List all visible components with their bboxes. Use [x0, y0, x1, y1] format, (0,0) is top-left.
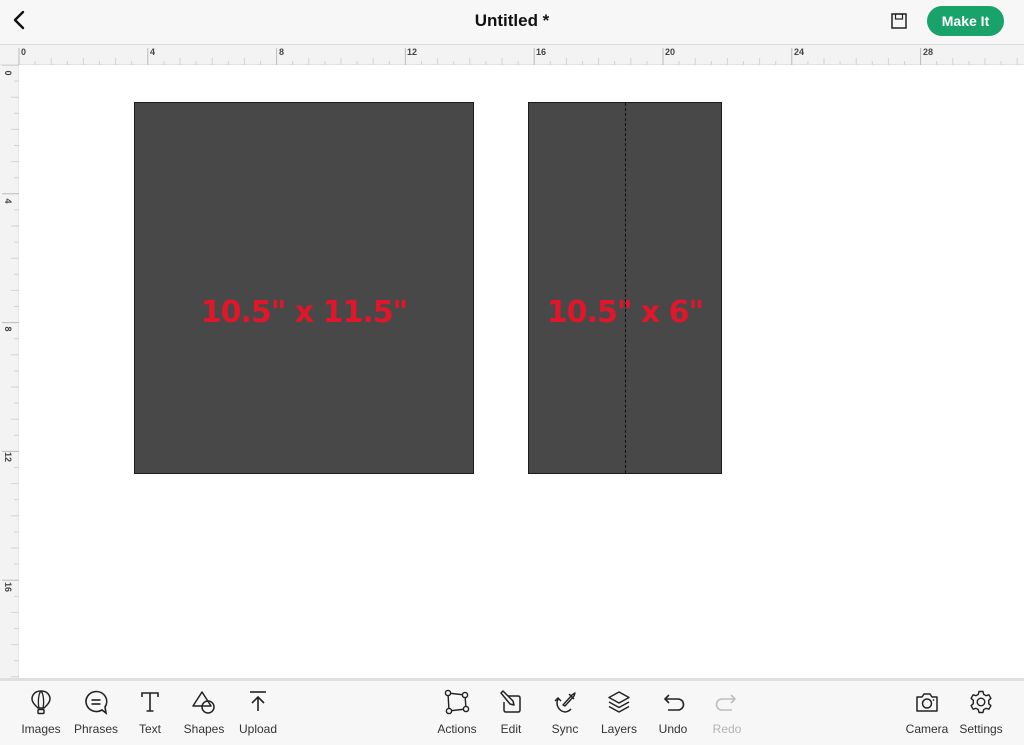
save-button[interactable]	[888, 10, 910, 32]
design-shape-large[interactable]: 10.5" x 11.5"	[134, 102, 474, 474]
ruler-label: 4	[150, 47, 156, 57]
edit-label: Edit	[500, 722, 522, 736]
ruler-label: 0	[21, 47, 27, 57]
shape-dimension-label: 10.5" x 11.5"	[200, 295, 409, 330]
back-button[interactable]	[8, 6, 38, 36]
edit-button[interactable]: Edit	[483, 689, 539, 736]
ruler-label: 12	[3, 451, 13, 462]
design-shape-folded[interactable]: 10.5" x 6"	[528, 102, 722, 474]
ruler-label: 24	[794, 47, 805, 57]
shapes-icon	[192, 691, 215, 714]
redo-icon	[715, 694, 737, 711]
settings-button[interactable]: Settings	[953, 689, 1009, 736]
bottom-toolbar: Images Phrases Text Shapes Upload Action…	[0, 678, 1024, 745]
layers-icon	[608, 691, 630, 713]
project-title: Untitled *	[474, 11, 550, 30]
gear-icon	[970, 690, 992, 714]
text-label: Text	[138, 722, 161, 736]
shapes-label: Shapes	[183, 722, 225, 736]
design-canvas[interactable]: 10.5" x 11.5" 10.5" x 6"	[19, 65, 1024, 678]
redo-button[interactable]: Redo	[699, 689, 755, 736]
speech-bubble-icon	[85, 690, 108, 715]
images-button[interactable]: Images	[13, 689, 69, 736]
ruler-label: 28	[923, 47, 934, 57]
ruler-label: 16	[536, 47, 547, 57]
save-icon	[891, 13, 907, 29]
text-t-icon	[141, 692, 159, 712]
phrases-button[interactable]: Phrases	[68, 689, 124, 736]
upload-icon	[250, 691, 266, 711]
hot-air-balloon-icon	[31, 690, 51, 715]
horizontal-ruler: 0 4 8 12 16 20 24 28	[0, 45, 1024, 65]
ruler-label: 8	[279, 47, 285, 57]
chevron-left-icon	[13, 10, 25, 30]
sync-label: Sync	[551, 722, 579, 736]
undo-button[interactable]: Undo	[645, 689, 701, 736]
camera-icon	[916, 693, 938, 712]
shapes-button[interactable]: Shapes	[176, 689, 232, 736]
ruler-label: 16	[3, 581, 13, 592]
edit-icon	[500, 690, 521, 713]
make-it-button[interactable]: Make It	[927, 6, 1004, 36]
layers-label: Layers	[600, 722, 638, 736]
ruler-label: 0	[3, 70, 13, 76]
images-label: Images	[21, 722, 61, 736]
actions-label: Actions	[437, 722, 477, 736]
text-button[interactable]: Text	[122, 689, 178, 736]
settings-label: Settings	[959, 722, 1003, 736]
layers-button[interactable]: Layers	[591, 689, 647, 736]
ruler-label: 4	[3, 198, 13, 204]
actions-button[interactable]: Actions	[429, 689, 485, 736]
shape-dimension-label: 10.5" x 6"	[546, 295, 704, 330]
undo-label: Undo	[658, 722, 688, 736]
phrases-label: Phrases	[73, 722, 119, 736]
sync-icon	[554, 692, 576, 713]
ruler-label: 20	[665, 47, 676, 57]
vertical-ruler: 0 4 8 12 16	[0, 65, 19, 678]
score-line	[625, 103, 626, 473]
ruler-label: 12	[407, 47, 418, 57]
upload-label: Upload	[238, 722, 278, 736]
sync-button[interactable]: Sync	[537, 689, 593, 736]
redo-label: Redo	[712, 722, 742, 736]
upload-button[interactable]: Upload	[230, 689, 286, 736]
camera-label: Camera	[905, 722, 949, 736]
actions-icon	[444, 689, 470, 715]
ruler-label: 8	[3, 326, 13, 332]
undo-icon	[663, 694, 685, 711]
camera-button[interactable]: Camera	[899, 689, 955, 736]
top-bar: Untitled * Make It	[0, 0, 1024, 45]
